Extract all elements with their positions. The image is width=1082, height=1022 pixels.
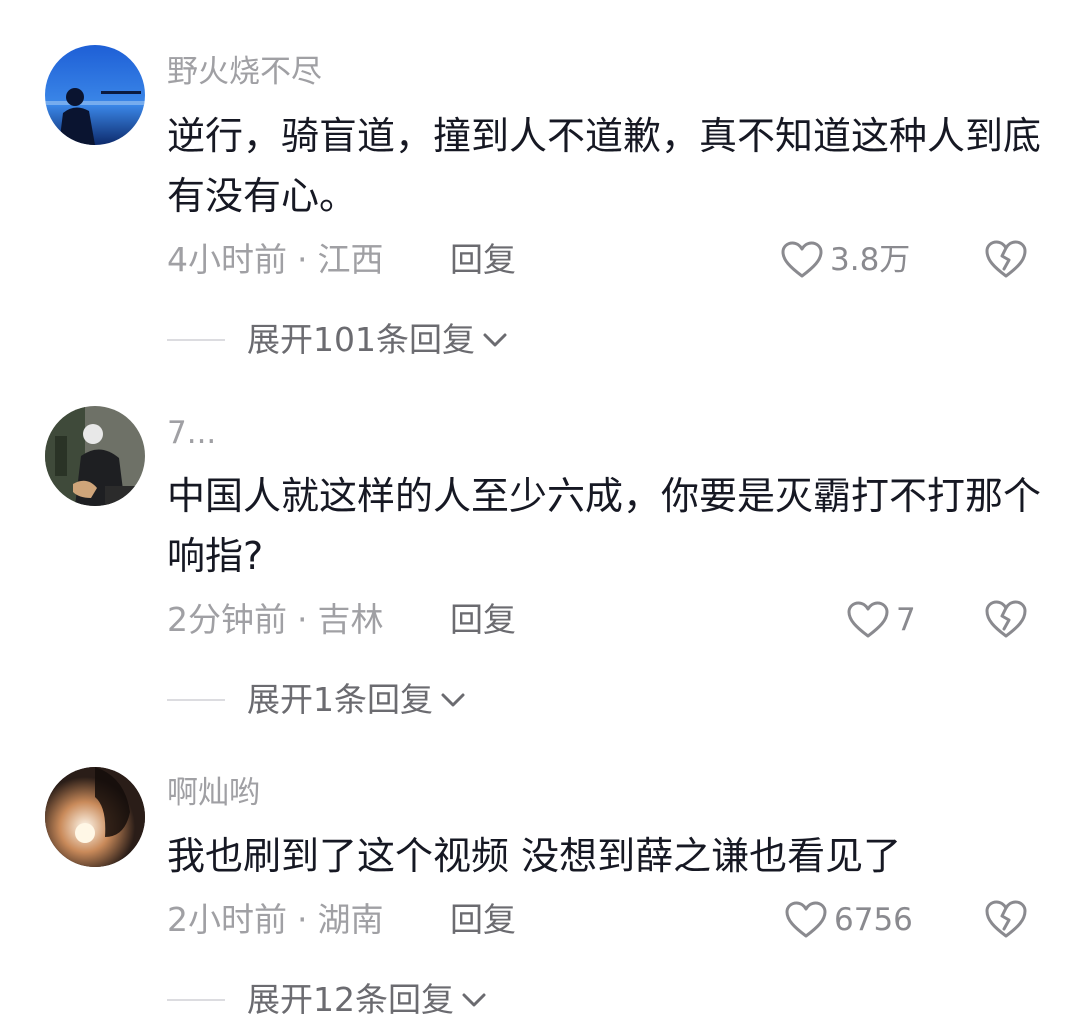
dislike-button[interactable] [983, 898, 1029, 942]
comment-meta: 2小时前 · 湖南 [167, 898, 384, 942]
broken-heart-icon [985, 240, 1027, 278]
comment-location: 吉林 [317, 600, 384, 639]
username[interactable]: 啊灿哟 [167, 773, 260, 813]
divider [167, 339, 225, 341]
heart-outline-icon [847, 601, 889, 638]
username[interactable]: 野火烧不尽 [167, 52, 322, 92]
dislike-button[interactable] [983, 238, 1029, 282]
reply-button[interactable]: 回复 [450, 898, 516, 942]
comment-text: 我也刷到了这个视频 没想到薛之谦也看见了 [167, 834, 902, 878]
like-button[interactable]: 3.8万 [780, 238, 910, 282]
chevron-down-icon [483, 333, 507, 347]
heart-outline-icon [785, 901, 827, 938]
separator: · [297, 600, 308, 639]
expand-replies-button[interactable]: 展开101条回复 [167, 318, 509, 362]
like-button[interactable]: 6756 [784, 898, 913, 942]
like-count: 6756 [834, 902, 913, 938]
reply-button[interactable]: 回复 [450, 238, 516, 282]
expand-replies-label: 展开1条回复 [247, 680, 433, 719]
expand-replies-button[interactable]: 展开1条回复 [167, 678, 467, 722]
comment-time: 2小时前 [167, 900, 287, 939]
avatar[interactable] [45, 406, 145, 506]
comment-location: 江西 [317, 240, 384, 279]
dislike-button[interactable] [983, 598, 1029, 642]
expand-replies-label: 展开12条回复 [247, 980, 454, 1019]
comment-text: 逆行，骑盲道，撞到人不道歉，真不知道这种人到底有没有心。 [167, 114, 1042, 218]
heart-outline-icon [781, 241, 823, 278]
like-count: 3.8万 [830, 242, 911, 278]
chevron-down-icon [462, 993, 486, 1007]
comment-meta: 4小时前 · 江西 [167, 238, 384, 282]
comment-text: 中国人就这样的人至少六成，你要是灭霸打不打那个响指? [167, 474, 1042, 578]
broken-heart-icon [985, 600, 1027, 638]
comment-location: 湖南 [317, 900, 384, 939]
username[interactable]: 7... [167, 413, 216, 453]
like-count: 7 [896, 602, 916, 638]
avatar[interactable] [45, 45, 145, 145]
divider [167, 999, 225, 1001]
reply-button[interactable]: 回复 [450, 598, 516, 642]
expand-replies-button[interactable]: 展开12条回复 [167, 978, 488, 1022]
like-button[interactable]: 7 [846, 598, 916, 642]
broken-heart-icon [985, 900, 1027, 938]
comment-time: 4小时前 [167, 240, 287, 279]
expand-replies-label: 展开101条回复 [247, 320, 475, 359]
chevron-down-icon [441, 693, 465, 707]
avatar[interactable] [45, 767, 145, 867]
separator: · [297, 900, 308, 939]
comment-time: 2分钟前 [167, 600, 287, 639]
separator: · [297, 240, 308, 279]
divider [167, 699, 225, 701]
comment-meta: 2分钟前 · 吉林 [167, 598, 384, 642]
